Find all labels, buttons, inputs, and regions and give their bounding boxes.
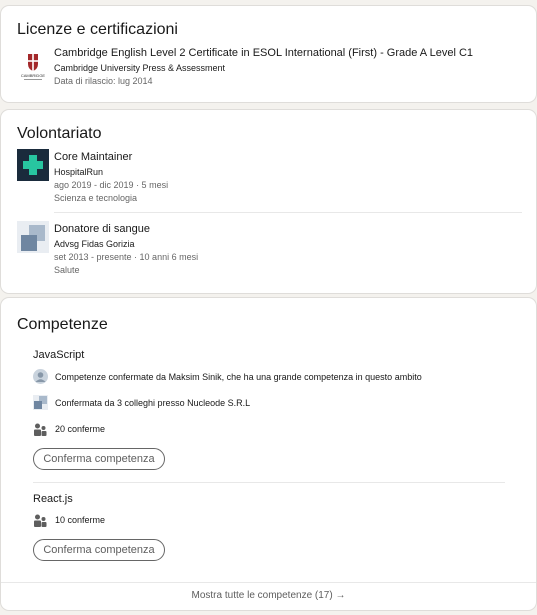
volunteer-org: HospitalRun [54,167,104,177]
endorse-skill-button[interactable]: Conferma competenza [33,539,165,561]
volunteering-card: Volontariato Core Maintainer HospitalRun… [1,110,536,293]
advsg-logo[interactable] [17,221,49,253]
volunteer-cause: Salute [54,265,80,275]
people-icon [33,513,48,528]
endorsement-colleagues-text: Confermata da 3 colleghi presso Nucleode… [55,398,251,408]
show-all-skills-link[interactable]: Mostra tutte le competenze (17) → [1,582,536,608]
divider [33,482,505,483]
volunteer-role[interactable]: Donatore di sangue [54,223,150,235]
avatar-icon [33,369,48,384]
license-issuer: Cambridge University Press & Assessment [54,63,226,73]
skills-card: Competenze JavaScript Competenze conferm… [1,298,536,610]
volunteer-org: Advsg Fidas Gorizia [54,239,135,249]
licenses-card: Licenze e certificazioni CAMBRIDGE Cambr… [1,6,536,102]
endorsement-count[interactable]: 20 conferme [55,424,105,434]
volunteer-role[interactable]: Core Maintainer [54,151,132,163]
divider [54,212,522,213]
hospitalrun-logo[interactable] [17,149,49,181]
license-date: Data di rilascio: lug 2014 [54,76,153,86]
company-logo-icon [33,395,48,410]
volunteering-title: Volontariato [17,125,102,142]
people-icon [33,422,48,437]
licenses-title: Licenze e certificazioni [17,21,178,38]
endorsement-person-text: Competenze confermate da Maksim Sinik, c… [55,372,422,382]
skill-name[interactable]: JavaScript [33,349,84,361]
volunteer-cause: Scienza e tecnologia [54,193,138,203]
volunteer-dates: set 2013 - presente · 10 anni 6 mesi [54,252,199,262]
license-name[interactable]: Cambridge English Level 2 Certificate in… [54,47,473,59]
endorse-skill-button[interactable]: Conferma competenza [33,448,165,470]
endorsement-count[interactable]: 10 conferme [55,515,105,525]
skill-name[interactable]: React.js [33,493,73,505]
volunteer-dates: ago 2019 - dic 2019 · 5 mesi [54,180,169,190]
cambridge-logo-text: CAMBRIDGE [21,73,46,78]
skills-title: Competenze [17,316,108,333]
cambridge-logo[interactable]: CAMBRIDGE [17,51,49,83]
